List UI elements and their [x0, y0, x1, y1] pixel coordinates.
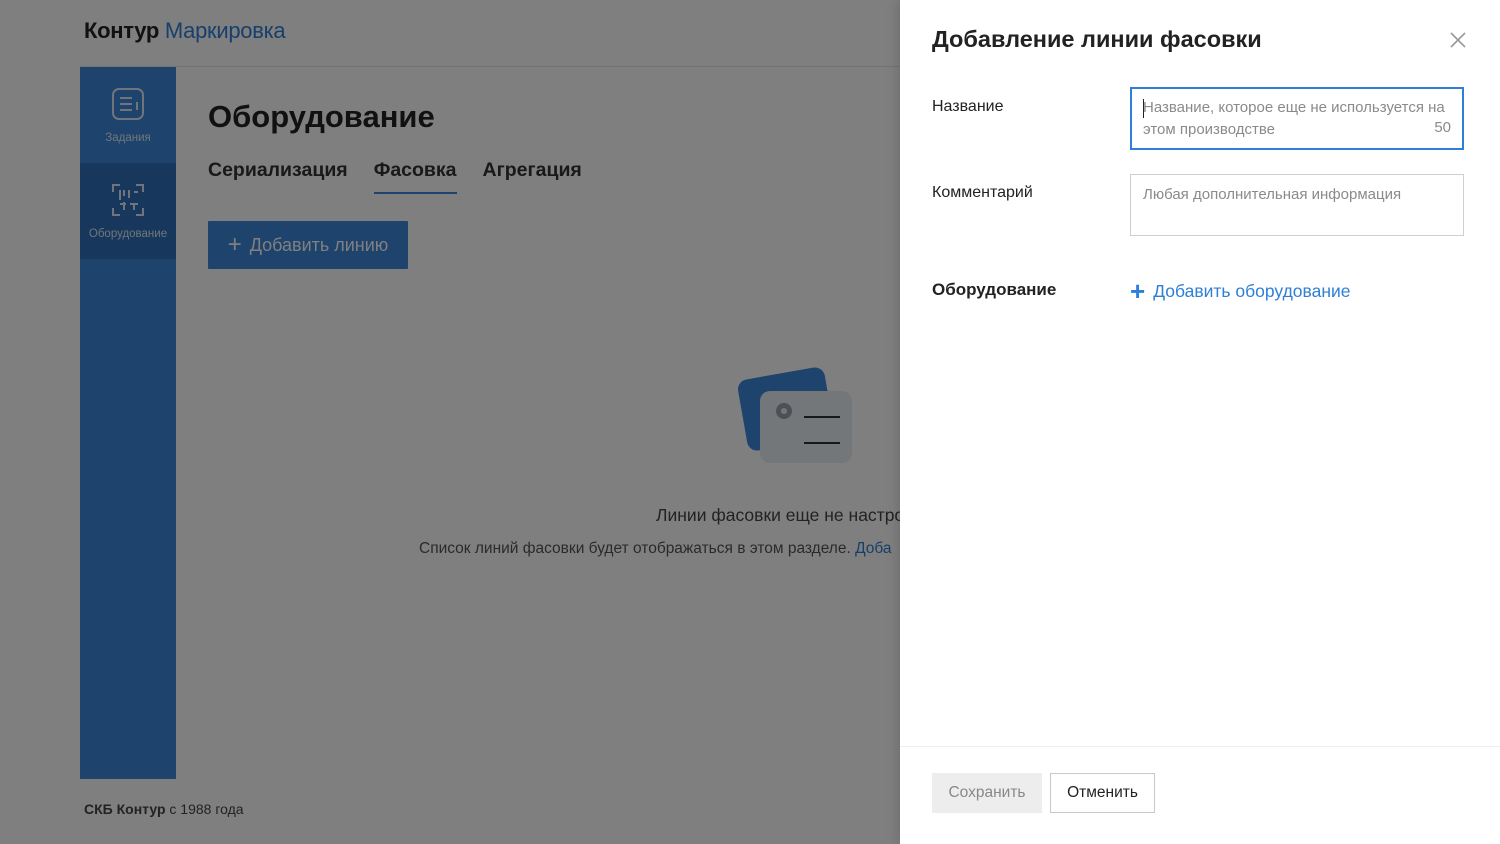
- panel-footer: Сохранить Отменить: [900, 746, 1500, 844]
- name-field[interactable]: Название, которое еще не используется на…: [1130, 87, 1464, 150]
- add-packaging-line-panel: Добавление линии фасовки Название Назван…: [900, 0, 1500, 844]
- add-equipment-label: Добавить оборудование: [1153, 280, 1351, 301]
- add-equipment-link[interactable]: + Добавить оборудование: [1130, 278, 1351, 304]
- close-icon[interactable]: [1448, 30, 1468, 50]
- save-button[interactable]: Сохранить: [932, 773, 1042, 813]
- comment-field-label: Комментарий: [932, 184, 1033, 201]
- comment-field-placeholder: Любая дополнительная информация: [1143, 186, 1402, 203]
- panel-title: Добавление линии фасовки: [932, 26, 1262, 52]
- comment-field[interactable]: Любая дополнительная информация: [1130, 174, 1464, 236]
- name-field-placeholder: Название, которое еще не используется на…: [1143, 99, 1445, 138]
- text-caret: [1143, 99, 1144, 118]
- equipment-section-label: Оборудование: [932, 280, 1057, 299]
- plus-icon: +: [1130, 276, 1146, 306]
- name-field-label: Название: [932, 98, 1004, 115]
- cancel-button[interactable]: Отменить: [1050, 773, 1155, 813]
- name-char-counter: 50: [1434, 119, 1451, 136]
